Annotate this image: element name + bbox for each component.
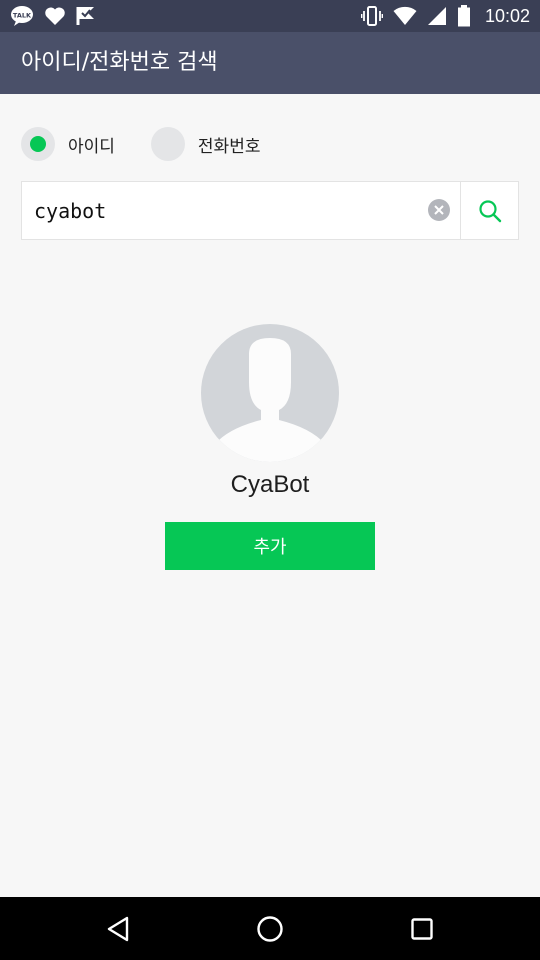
app-bar: 아이디/전화번호 검색 xyxy=(0,32,540,94)
radio-id-indicator[interactable] xyxy=(21,127,55,161)
wifi-icon xyxy=(393,6,417,26)
home-button[interactable] xyxy=(250,909,290,949)
recents-button[interactable] xyxy=(402,909,442,949)
vibrate-icon xyxy=(360,6,383,26)
page-title: 아이디/전화번호 검색 xyxy=(21,50,218,75)
search-type-selector: 아이디 전화번호 xyxy=(21,127,260,161)
heart-icon xyxy=(44,6,66,26)
system-status: 10:02 xyxy=(360,4,530,28)
default-avatar-icon xyxy=(201,324,339,462)
search-icon xyxy=(478,199,502,223)
status-bar: TALK 10:02 xyxy=(0,0,540,32)
radio-phone[interactable]: 전화번호 xyxy=(150,127,261,161)
kakaotalk-icon: TALK xyxy=(10,5,34,27)
back-button[interactable] xyxy=(98,909,138,949)
radio-phone-label: 전화번호 xyxy=(197,136,261,157)
notification-icons: TALK xyxy=(10,4,96,28)
clear-circle-icon xyxy=(434,205,444,215)
search-button[interactable] xyxy=(461,182,518,239)
radio-id-label: 아이디 xyxy=(68,136,115,157)
clear-button[interactable] xyxy=(428,199,450,221)
clock: 10:02 xyxy=(484,5,530,26)
flag-check-icon xyxy=(76,6,96,26)
svg-text:TALK: TALK xyxy=(13,12,32,20)
navigation-bar xyxy=(0,897,540,960)
battery-icon xyxy=(457,5,471,27)
radio-id[interactable]: 아이디 xyxy=(21,127,115,161)
signal-icon xyxy=(427,6,447,26)
radio-phone-indicator[interactable] xyxy=(150,127,185,161)
search-box xyxy=(21,181,519,240)
add-button[interactable]: 추가 xyxy=(165,522,375,570)
search-input[interactable] xyxy=(34,182,414,239)
home-icon xyxy=(256,915,284,943)
profile-name: CyaBot xyxy=(230,471,310,498)
recents-icon xyxy=(410,917,434,941)
back-icon xyxy=(106,916,130,942)
avatar xyxy=(201,324,339,462)
